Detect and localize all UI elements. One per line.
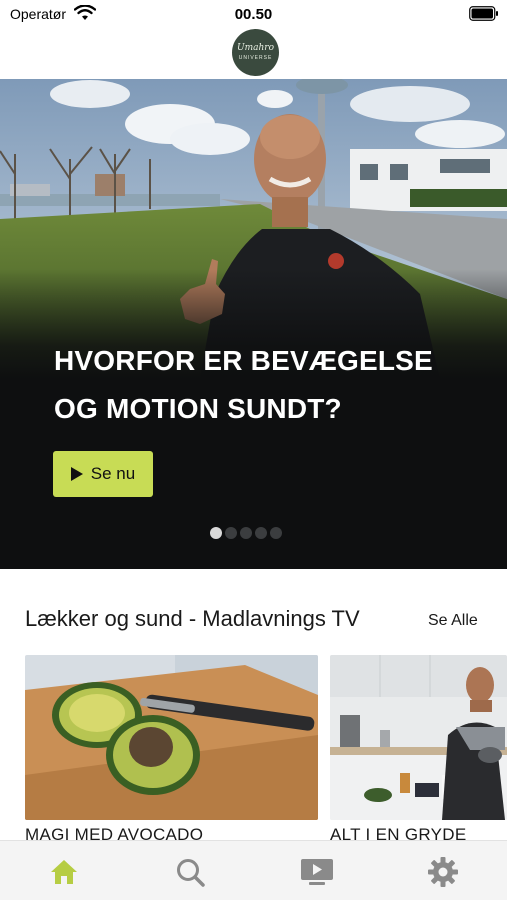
page-dot[interactable] — [270, 527, 282, 539]
see-all-link[interactable]: Se Alle — [428, 612, 478, 630]
logo-subtitle: UNIVERSE — [238, 55, 273, 61]
page-dot[interactable] — [255, 527, 267, 539]
video-card[interactable]: MAGI MED AVOCADO — [25, 655, 318, 840]
play-icon — [70, 467, 83, 481]
tab-home[interactable] — [47, 855, 81, 889]
page-dot[interactable] — [225, 527, 237, 539]
hero-title: HVORFOR ER BEVÆGELSE OG MOTION SUNDT? — [54, 345, 433, 424]
clock: 00.50 — [234, 6, 273, 23]
watch-now-button[interactable]: Se nu — [53, 451, 153, 497]
page-dot[interactable] — [240, 527, 252, 539]
tab-bar — [0, 840, 507, 900]
tab-video[interactable] — [300, 855, 334, 889]
battery-icon — [469, 6, 498, 21]
gear-icon — [428, 857, 458, 887]
video-card[interactable]: ALT I EN GRYDE — [330, 655, 507, 840]
page-dot[interactable] — [210, 527, 222, 539]
logo-script: Umahro — [236, 43, 274, 53]
page-indicator[interactable] — [210, 527, 282, 539]
home-icon — [51, 860, 77, 884]
section-title: Lækker og sund - Madlavnings TV — [25, 606, 360, 631]
tab-settings[interactable] — [426, 855, 460, 889]
video-card-title: ALT I EN GRYDE — [330, 825, 467, 840]
video-card-title: MAGI MED AVOCADO — [25, 825, 204, 840]
watch-now-label: Se nu — [90, 464, 136, 483]
search-icon — [177, 859, 205, 887]
video-icon — [301, 859, 333, 885]
avocado-thumbnail — [25, 655, 318, 820]
tab-search[interactable] — [173, 855, 207, 889]
kitchen-thumbnail — [330, 655, 507, 820]
app-logo: Umahro UNIVERSE — [232, 29, 279, 76]
hero-banner[interactable]: HVORFOR ER BEVÆGELSE OG MOTION SUNDT? Se… — [0, 79, 507, 569]
status-bar: Operatør 00.50 — [0, 0, 507, 28]
